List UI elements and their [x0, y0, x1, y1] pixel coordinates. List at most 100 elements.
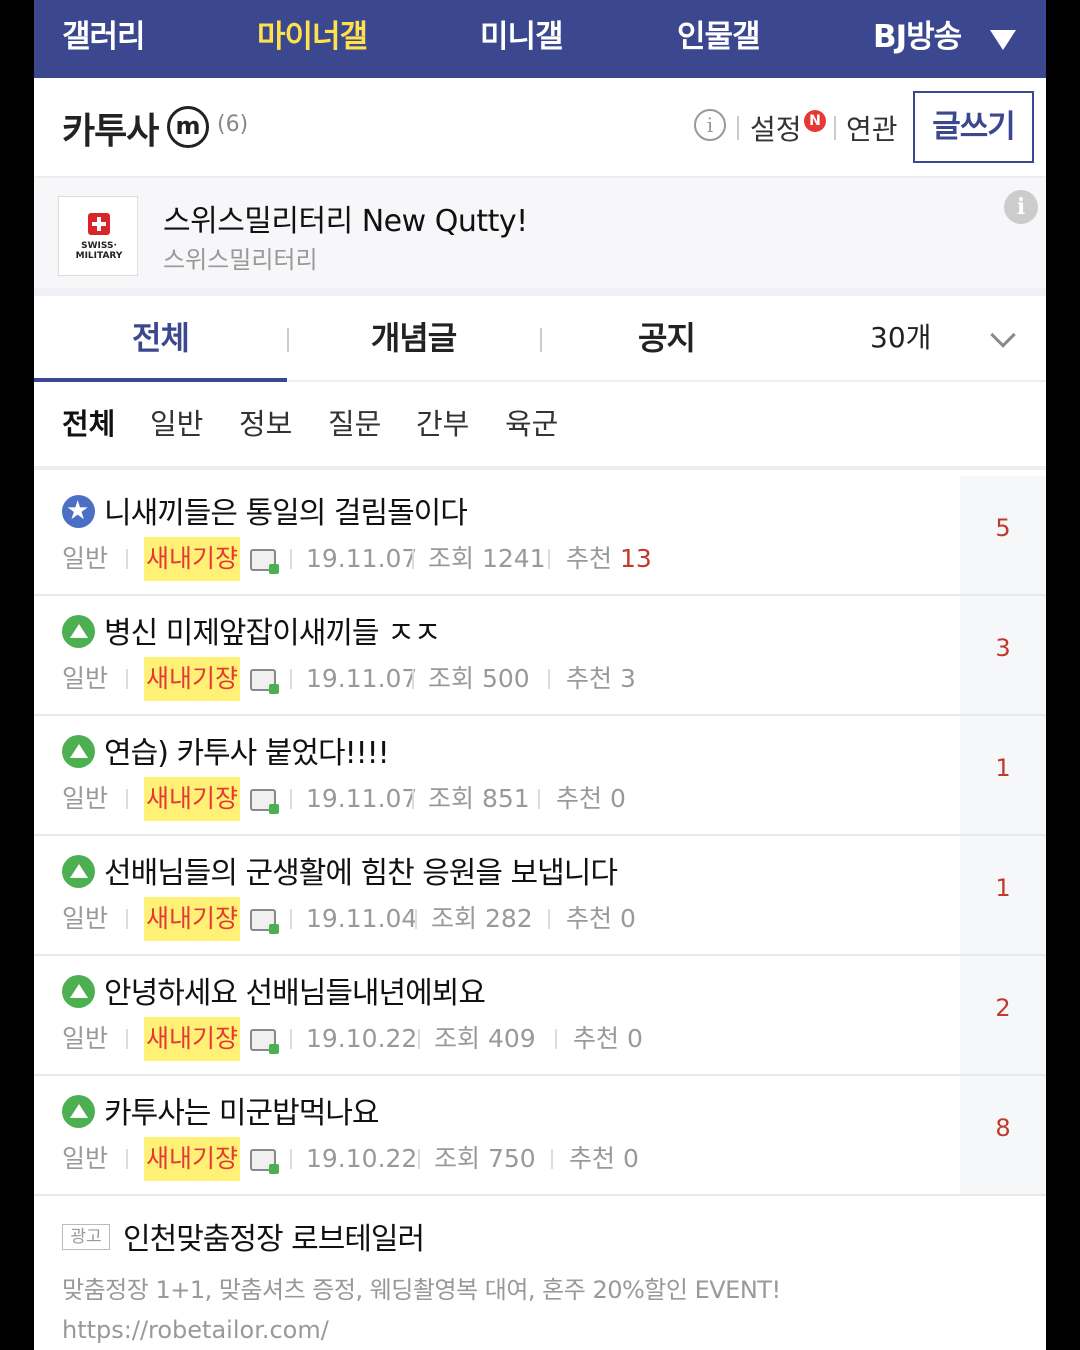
divider — [290, 909, 292, 929]
tab-all[interactable]: 전체 — [34, 296, 287, 382]
category-info[interactable]: 정보 — [239, 382, 292, 466]
image-attachment-icon — [250, 789, 279, 814]
category-bar: 전체 일반 정보 질문 간부 육군 — [34, 382, 1046, 470]
info-icon[interactable]: i — [694, 109, 726, 141]
recommend-label: 추천 — [573, 1024, 620, 1053]
post-title[interactable]: 카투사는 미군밥먹나요 — [104, 1088, 380, 1132]
swiss-cross-icon — [88, 213, 110, 235]
recommend-count: 3 — [619, 664, 636, 693]
user-icon — [62, 975, 95, 1008]
category-all[interactable]: 전체 — [62, 382, 115, 466]
post-title[interactable]: 선배님들의 군생활에 힘찬 응원을 보냅니다 — [104, 848, 618, 892]
comment-count[interactable]: 1 — [960, 754, 1046, 782]
post-title[interactable]: 연습) 카투사 붙었다!!!! — [104, 728, 390, 772]
ad-description: 맞춤정장 1+1, 맞춤셔츠 증정, 웨딩촬영복 대여, 혼주 20%할인 EV… — [62, 1276, 781, 1304]
comment-count[interactable]: 3 — [960, 634, 1046, 662]
post-category: 일반 — [62, 784, 109, 813]
ad-title[interactable]: 인천맞춤정장 로브테일러 — [123, 1214, 425, 1258]
post-writer[interactable]: 새내기쟝 — [144, 897, 241, 941]
logo-text: SWISS· MILITARY — [75, 241, 123, 261]
divider — [290, 789, 292, 809]
divider — [126, 789, 128, 809]
divider — [834, 116, 836, 140]
divider — [126, 549, 128, 569]
post-row[interactable]: 병신 미제앞잡이새끼들 ㅈㅈ 일반 새내기쟝 19.11.07 조회 500 추천 33 — [34, 596, 1046, 716]
post-writer[interactable]: 새내기쟝 — [144, 657, 241, 701]
mobile-page: 갤러리 마이너갤 미니갤 인물갤 BJ방송 카투사 m (6) i 설정 N 연… — [34, 0, 1046, 1350]
nav-minor-gallery[interactable]: 마이너갤 — [257, 0, 368, 78]
nav-mini-gallery[interactable]: 미니갤 — [480, 0, 564, 78]
post-row[interactable]: 카투사는 미군밥먹나요 일반 새내기쟝 19.10.22 조회 750 추천 0 8 — [34, 1076, 1046, 1196]
tab-best[interactable]: 개념글 — [287, 296, 540, 382]
tab-notice[interactable]: 공지 — [540, 296, 793, 382]
comment-count[interactable]: 1 — [960, 874, 1046, 902]
image-attachment-icon — [250, 1029, 279, 1054]
category-question[interactable]: 질문 — [328, 382, 381, 466]
category-army[interactable]: 육군 — [505, 382, 558, 466]
post-title[interactable]: 안녕하세요 선배님들내년에뵈요 — [104, 968, 486, 1012]
nav-bj-broadcast[interactable]: BJ방송 — [873, 0, 962, 78]
post-row[interactable]: 선배님들의 군생활에 힘찬 응원을 보냅니다 일반 새내기쟝 19.11.04 조회 2… — [34, 836, 1046, 956]
post-date: 19.10.22 — [306, 1024, 418, 1053]
divider — [126, 669, 128, 689]
gallery-count: (6) — [217, 112, 249, 137]
divider — [737, 116, 739, 140]
gallery-header: 카투사 m (6) i 설정 N 연관 글쓰기 — [34, 78, 1046, 178]
post-row[interactable]: 니새끼들은 통일의 걸림돌이다일반 새내기쟝 19.11.07 조회 1241 추천 1… — [34, 476, 1046, 596]
comment-count[interactable]: 8 — [960, 1114, 1046, 1142]
ad-block[interactable]: 광고 인천맞춤정장 로브테일러 맞춤정장 1+1, 맞춤셔츠 증정, 웨딩촬영복… — [34, 1196, 1046, 1350]
post-writer[interactable]: 새내기쟝 — [144, 777, 241, 821]
user-icon — [62, 735, 95, 768]
swiss-military-logo: SWISS· MILITARY — [58, 196, 138, 276]
nav-dropdown-icon[interactable] — [990, 30, 1016, 50]
post-writer[interactable]: 새내기쟝 — [144, 1137, 241, 1181]
user-icon — [62, 1095, 95, 1128]
divider — [412, 789, 414, 809]
divider — [548, 669, 550, 689]
comment-count[interactable]: 2 — [960, 994, 1046, 1022]
star-icon — [62, 494, 95, 528]
post-date: 19.10.22 — [306, 1144, 418, 1173]
divider — [418, 1029, 420, 1049]
post-views: 조회 282 — [431, 904, 533, 933]
settings-link[interactable]: 설정 — [750, 108, 802, 148]
category-general[interactable]: 일반 — [150, 382, 203, 466]
promo-banner[interactable]: SWISS· MILITARY 스위스밀리터리 New Qutty! 스위스밀리… — [34, 178, 1046, 296]
user-icon — [62, 855, 95, 888]
divider — [126, 1149, 128, 1169]
post-writer[interactable]: 새내기쟝 — [144, 1017, 241, 1061]
write-button[interactable]: 글쓰기 — [913, 91, 1034, 163]
gallery-title[interactable]: 카투사 — [62, 102, 159, 154]
post-recommend: 추천 0 — [566, 897, 636, 941]
nav-person-gallery[interactable]: 인물갤 — [677, 0, 761, 78]
recommend-label: 추천 — [566, 904, 613, 933]
recommend-label: 추천 — [569, 1144, 616, 1173]
post-views: 조회 500 — [428, 664, 530, 693]
promo-subtitle: 스위스밀리터리 — [163, 246, 318, 274]
post-writer[interactable]: 새내기쟝 — [144, 537, 241, 581]
promo-info-icon[interactable]: i — [1004, 190, 1038, 224]
image-attachment-icon — [250, 669, 279, 694]
comment-count[interactable]: 5 — [960, 514, 1046, 542]
chevron-down-icon[interactable] — [990, 322, 1016, 348]
recommend-count: 13 — [619, 544, 652, 573]
minor-gallery-icon: m — [167, 106, 209, 148]
ad-tag: 광고 — [62, 1224, 110, 1250]
category-officer[interactable]: 간부 — [416, 382, 469, 466]
recommend-label: 추천 — [566, 664, 613, 693]
divider — [412, 669, 414, 689]
post-row[interactable]: 연습) 카투사 붙었다!!!! 일반 새내기쟝 19.11.07 조회 851 추천 0 1 — [34, 716, 1046, 836]
post-recommend: 추천 13 — [566, 537, 652, 581]
image-attachment-icon — [250, 549, 279, 574]
divider — [290, 549, 292, 569]
post-row[interactable]: 안녕하세요 선배님들내년에뵈요 일반 새내기쟝 19.10.22 조회 409 추천 0 2 — [34, 956, 1046, 1076]
promo-title[interactable]: 스위스밀리터리 New Qutty! — [163, 196, 528, 240]
post-title[interactable]: 병신 미제앞잡이새끼들 ㅈㅈ — [104, 608, 441, 652]
ad-url[interactable]: https://robetailor.com/ — [62, 1316, 329, 1344]
page-size-select[interactable]: 30개 — [870, 296, 931, 380]
nav-gallery[interactable]: 갤러리 — [62, 0, 146, 78]
divider — [290, 669, 292, 689]
post-title[interactable]: 니새끼들은 통일의 걸림돌이다 — [104, 488, 468, 532]
divider — [418, 1149, 420, 1169]
related-link[interactable]: 연관 — [846, 108, 898, 148]
